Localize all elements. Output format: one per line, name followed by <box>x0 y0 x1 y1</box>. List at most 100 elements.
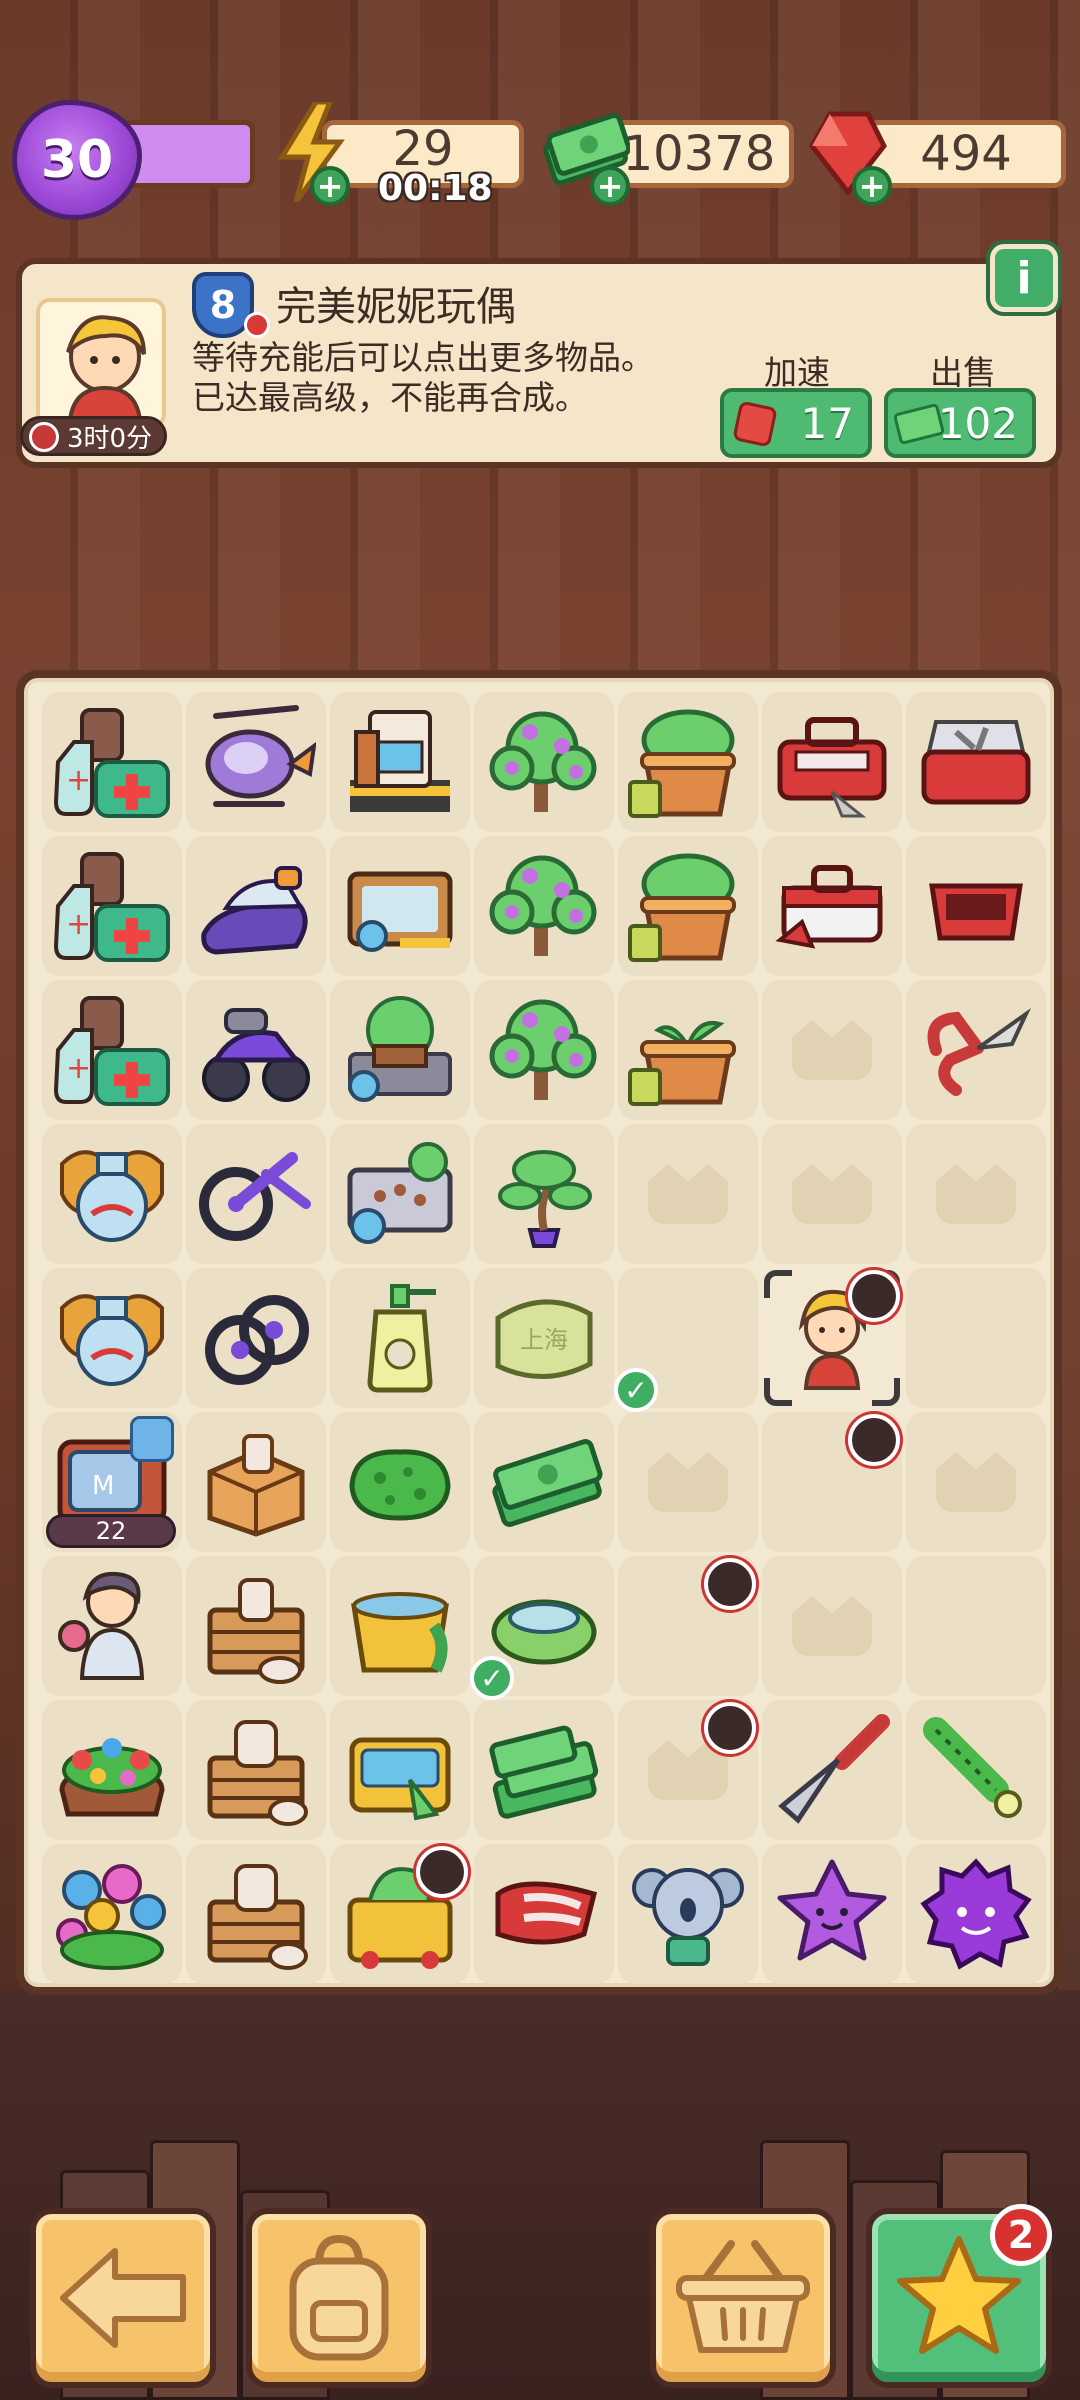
jet-ski-toy-icon[interactable] <box>196 846 316 966</box>
koala-toy-icon[interactable] <box>628 1854 748 1974</box>
board-cell[interactable] <box>474 692 614 832</box>
board-cell[interactable] <box>186 1412 326 1552</box>
wooden-crate-icon[interactable] <box>196 1566 316 1686</box>
add-gems-button[interactable]: + <box>852 166 892 206</box>
speed-up-button[interactable]: 17 <box>720 388 872 458</box>
board-cell[interactable] <box>186 1268 326 1408</box>
board-cell[interactable] <box>474 1844 614 1984</box>
board-cell[interactable] <box>186 1124 326 1264</box>
board-cell[interactable] <box>330 1844 470 1984</box>
board-cell[interactable] <box>906 1844 1046 1984</box>
purple-blob-icon[interactable] <box>916 1854 1036 1974</box>
flower-tree-icon[interactable] <box>484 846 604 966</box>
shanghai-soap-icon[interactable]: 上海 <box>484 1278 604 1398</box>
shop-basket-button[interactable] <box>650 2208 836 2388</box>
red-toolbox-open-icon[interactable] <box>916 702 1036 822</box>
board-cell[interactable] <box>330 836 470 976</box>
pottery-crate-icon[interactable] <box>196 1710 316 1830</box>
board-cell[interactable] <box>474 1412 614 1552</box>
board-cell[interactable] <box>42 1124 182 1264</box>
board-cell[interactable]: + <box>42 692 182 832</box>
board-cell[interactable] <box>186 1556 326 1696</box>
pottery-crate-icon[interactable] <box>196 1854 316 1974</box>
red-tray-icon[interactable] <box>916 846 1036 966</box>
board-cell[interactable]: ✓ <box>614 1268 758 1412</box>
backpack-button[interactable] <box>246 2208 432 2388</box>
medicine-kit-icon[interactable]: + <box>52 846 172 966</box>
board-cell[interactable] <box>762 692 902 832</box>
red-toolbox-small-icon[interactable] <box>772 846 892 966</box>
board-cell[interactable] <box>618 980 758 1120</box>
board-cell[interactable] <box>330 1124 470 1264</box>
bonsai-icon[interactable] <box>484 1134 604 1254</box>
lotion-bottle-icon[interactable] <box>340 1278 460 1398</box>
board-cell[interactable] <box>474 836 614 976</box>
board-cell[interactable] <box>42 1700 182 1840</box>
board-cell[interactable] <box>762 1556 902 1696</box>
green-brush-icon[interactable] <box>916 1710 1036 1830</box>
pruning-shears-icon[interactable] <box>916 990 1036 1110</box>
quests-button[interactable]: 2 <box>866 2204 1052 2388</box>
board-cell[interactable] <box>618 1412 758 1552</box>
grandma-character-icon[interactable] <box>52 1566 172 1686</box>
sandbox-icon[interactable] <box>340 846 460 966</box>
board-cell[interactable]: M 22 <box>42 1412 182 1552</box>
vending-machine-box-icon[interactable] <box>340 702 460 822</box>
board-cell[interactable]: + <box>42 836 182 976</box>
board-cell[interactable] <box>762 1844 902 1984</box>
board-cell[interactable] <box>906 980 1046 1120</box>
yellow-tub-icon[interactable] <box>340 1710 460 1830</box>
sprout-pot-icon[interactable] <box>628 990 748 1110</box>
board-cell[interactable] <box>42 1844 182 1984</box>
medicine-kit-icon[interactable]: + <box>52 702 172 822</box>
board-cell[interactable] <box>330 1412 470 1552</box>
board-cell[interactable] <box>330 1700 470 1840</box>
bike-wheels-icon[interactable] <box>196 1134 316 1254</box>
board-cell[interactable] <box>330 692 470 832</box>
board-cell[interactable] <box>186 1844 326 1984</box>
board-cell[interactable] <box>330 980 470 1120</box>
board-cell[interactable] <box>186 692 326 832</box>
yellow-basin-icon[interactable] <box>340 1566 460 1686</box>
board-cell[interactable] <box>474 1124 614 1264</box>
dragon-vase-icon[interactable] <box>52 1134 172 1254</box>
board-cell[interactable] <box>186 836 326 976</box>
board-cell[interactable] <box>618 836 758 976</box>
red-toolbox-icon[interactable] <box>772 702 892 822</box>
board-cell[interactable] <box>906 1412 1046 1552</box>
board-cell[interactable] <box>906 692 1046 832</box>
sell-button[interactable]: +102 <box>884 388 1036 458</box>
board-cell[interactable] <box>618 1700 758 1840</box>
flower-tree-icon[interactable] <box>484 702 604 822</box>
board-cell[interactable] <box>186 980 326 1120</box>
board-cell[interactable] <box>330 1556 470 1696</box>
board-cell[interactable] <box>186 1700 326 1840</box>
board-cell[interactable] <box>618 692 758 832</box>
add-energy-button[interactable]: + <box>310 166 350 206</box>
trowel-icon[interactable] <box>772 1710 892 1830</box>
back-button[interactable] <box>30 2208 216 2388</box>
cardboard-box-icon[interactable] <box>196 1422 316 1542</box>
cash-counter[interactable]: 10378 <box>604 120 794 188</box>
board-cell[interactable] <box>762 1268 902 1408</box>
medicine-kit-icon[interactable]: + <box>52 990 172 1110</box>
paw-board-icon[interactable] <box>340 1134 460 1254</box>
gem-counter[interactable]: 494 <box>866 120 1066 188</box>
board-cell[interactable]: 上海 <box>474 1268 614 1408</box>
motorbike-toy-icon[interactable] <box>196 990 316 1110</box>
board-cell[interactable] <box>618 1556 758 1696</box>
level-badge[interactable]: 30 <box>12 100 142 220</box>
board-cell[interactable] <box>474 980 614 1120</box>
board-cell[interactable] <box>906 1268 1046 1408</box>
flower-bouquet-icon[interactable] <box>52 1854 172 1974</box>
plant-pot-icon[interactable] <box>628 702 748 822</box>
wheels-icon[interactable] <box>196 1278 316 1398</box>
board-cell[interactable]: ✓ <box>470 1556 614 1700</box>
board-cell[interactable] <box>906 1700 1046 1840</box>
board-cell[interactable] <box>474 1700 614 1840</box>
board-cell[interactable] <box>618 1124 758 1264</box>
board-cell[interactable] <box>762 836 902 976</box>
board-cell[interactable] <box>42 1556 182 1696</box>
park-bench-box-icon[interactable] <box>340 990 460 1110</box>
plant-pot-icon[interactable] <box>628 846 748 966</box>
